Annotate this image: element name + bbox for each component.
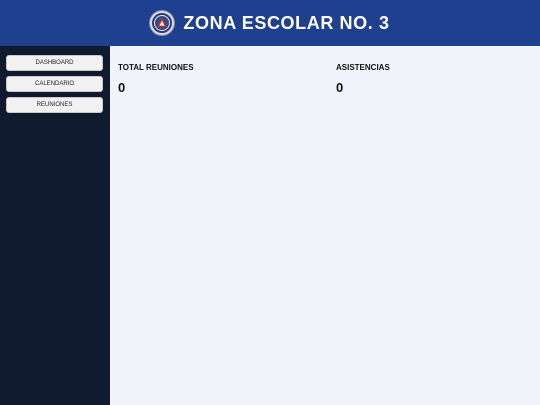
stat-asistencias: ASISTENCIAS 0 bbox=[336, 63, 536, 95]
stat-total-reuniones: TOTAL REUNIONES 0 bbox=[118, 63, 318, 95]
sidebar-item-dashboard[interactable]: DASHBOARD bbox=[6, 55, 103, 71]
sidebar-item-reuniones[interactable]: REUNIONES bbox=[6, 97, 103, 113]
school-zone-emblem-icon bbox=[150, 11, 175, 35]
sidebar-item-calendario[interactable]: CALENDARIO bbox=[6, 76, 103, 92]
main-content: TOTAL REUNIONES 0 ASISTENCIAS 0 bbox=[110, 46, 540, 405]
stat-value: 0 bbox=[336, 80, 344, 95]
stat-label: ASISTENCIAS bbox=[336, 63, 390, 72]
page-title: ZONA ESCOLAR NO. 3 bbox=[183, 12, 390, 33]
sidebar: DASHBOARD CALENDARIO REUNIONES bbox=[0, 46, 110, 405]
stat-value: 0 bbox=[118, 80, 126, 95]
stat-label: TOTAL REUNIONES bbox=[118, 63, 194, 72]
app-header: ZONA ESCOLAR NO. 3 bbox=[0, 0, 540, 46]
